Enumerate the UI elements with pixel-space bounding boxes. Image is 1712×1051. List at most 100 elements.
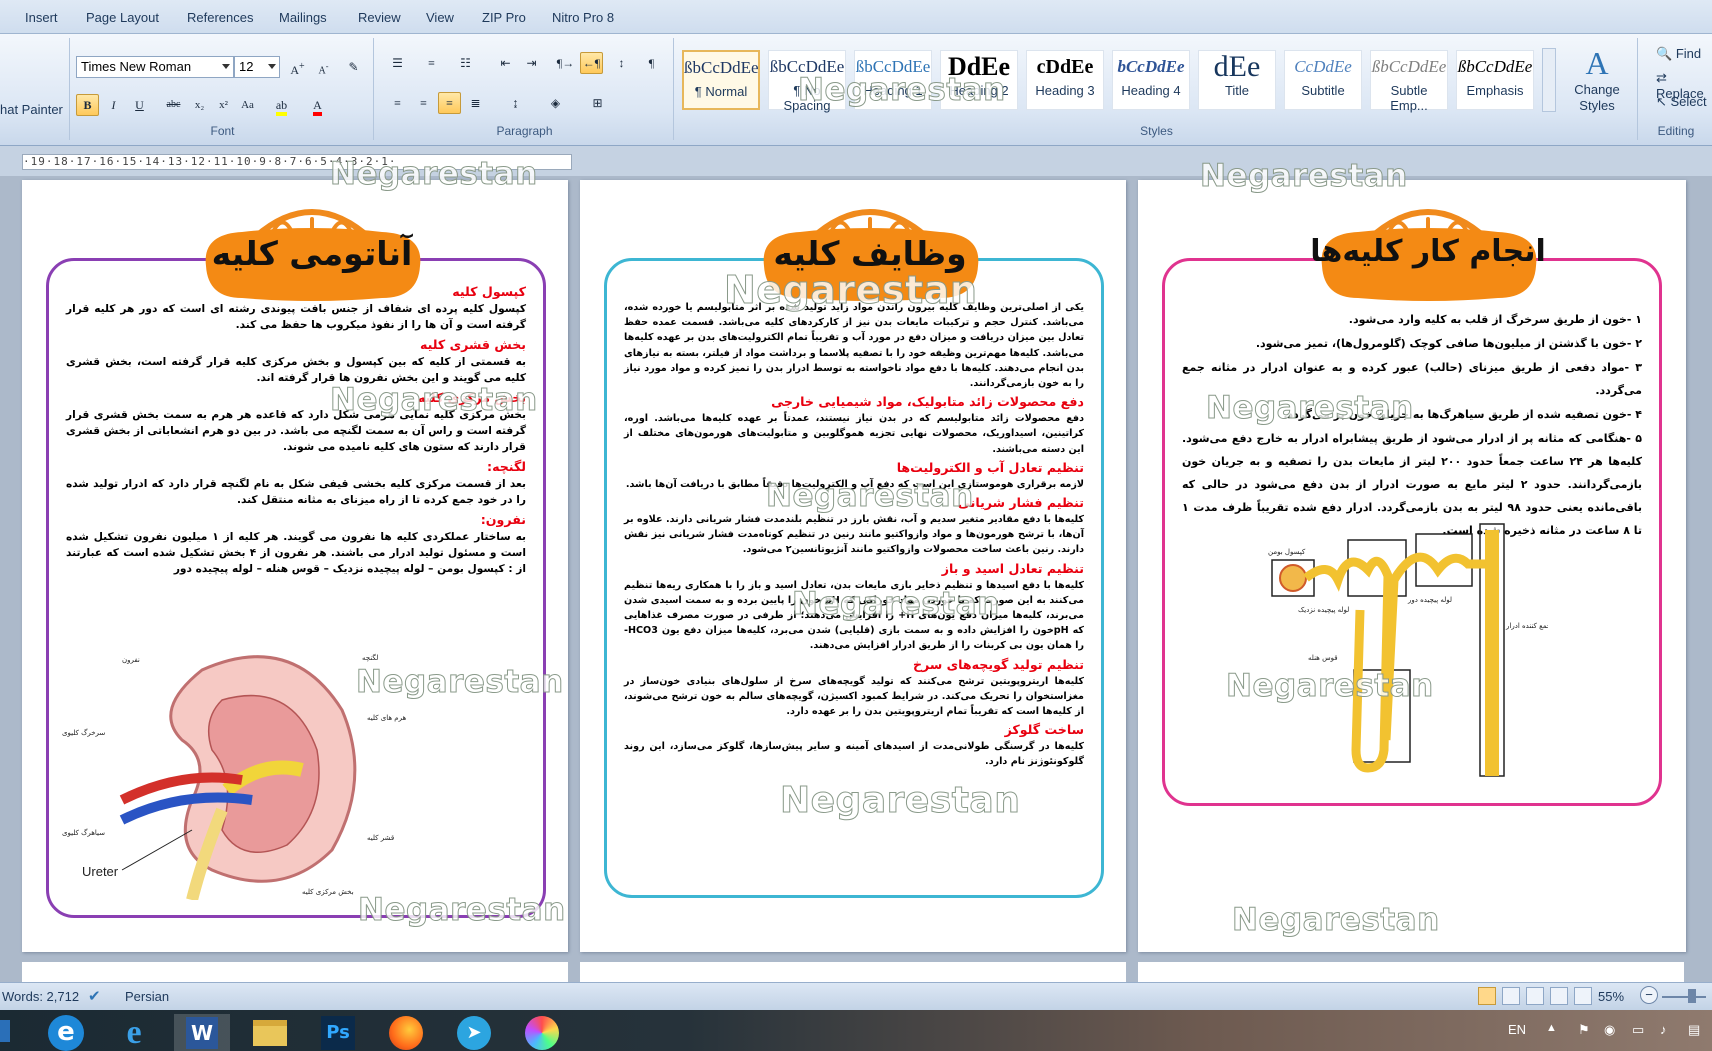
style-sample: ßbCcDdEe xyxy=(684,58,758,77)
screen-icon[interactable]: ▭ xyxy=(1632,1022,1644,1038)
language-indicator[interactable]: Persian xyxy=(125,989,169,1004)
show-marks-icon[interactable]: ¶ xyxy=(640,52,663,74)
web-layout-icon[interactable] xyxy=(1526,987,1544,1005)
style-name: Heading 1 xyxy=(863,83,923,98)
tab-review[interactable]: Review xyxy=(358,10,401,25)
style-heading-2[interactable]: DdEe Heading 2 xyxy=(940,50,1018,110)
find-button[interactable]: 🔍 Find xyxy=(1656,46,1701,62)
change-case-icon[interactable]: Aa xyxy=(236,94,259,116)
section-text: کلیه‌ها با دفع مقادیر متغیر سدیم و آب، ن… xyxy=(624,514,1084,556)
zoom-out-icon[interactable]: − xyxy=(1640,986,1658,1004)
style-sample: dEe xyxy=(1213,51,1261,83)
proofing-icon[interactable]: ✔ xyxy=(88,987,101,1005)
style-subtle-emphasis[interactable]: ßbCcDdEe Subtle Emp... xyxy=(1370,50,1448,113)
numbering-icon[interactable]: ≡ xyxy=(420,52,443,74)
line-spacing-icon[interactable]: ↨ xyxy=(504,92,527,114)
style-subtitle[interactable]: CcDdEe Subtitle xyxy=(1284,50,1362,110)
font-name-combo[interactable]: Times New Roman xyxy=(76,56,234,78)
outline-icon[interactable] xyxy=(1550,987,1568,1005)
style-emphasis[interactable]: ßbCcDdEe Emphasis xyxy=(1456,50,1534,110)
notification-icon[interactable]: ▤ xyxy=(1688,1022,1700,1038)
style-normal[interactable]: ßbCcDdEe ¶ Normal xyxy=(682,50,760,110)
show-hidden-icons-icon[interactable]: ▲ xyxy=(1546,1022,1557,1034)
highlight-icon[interactable]: ab xyxy=(270,94,293,116)
flag-icon[interactable]: ⚑ xyxy=(1578,1022,1590,1038)
figure-label: لوله پیچیده نزدیک xyxy=(1298,606,1349,614)
horizontal-ruler[interactable]: ·19·18·17·16·15·14·13·12·11·10·9·8·7·6·5… xyxy=(0,146,1712,176)
telegram-icon[interactable]: ➤ xyxy=(446,1014,502,1051)
ribbon-tab-bar: Insert Page Layout References Mailings R… xyxy=(0,0,1712,34)
format-painter-button[interactable]: hat Painter xyxy=(0,102,63,117)
style-heading-1[interactable]: ßbCcDdEe Heading 1 xyxy=(854,50,932,110)
figure-label: قشر کلیه xyxy=(367,834,394,842)
underline-icon[interactable]: U xyxy=(128,94,151,116)
page-anatomy[interactable]: آناتومی کلیه کپسول کلیه کپسول کلیه پرده ا… xyxy=(22,180,568,952)
ie-blue-e-icon[interactable]: e xyxy=(38,1014,94,1051)
decrease-indent-icon[interactable]: ⇤ xyxy=(494,52,517,74)
justify-icon[interactable]: ≣ xyxy=(464,92,487,114)
change-styles-button[interactable]: A Change Styles xyxy=(1562,44,1632,118)
style-sample: ßbCcDdEe xyxy=(769,57,845,76)
superscript-icon[interactable]: x² xyxy=(212,94,235,116)
photoshop-icon[interactable]: Ps xyxy=(310,1014,366,1051)
kidney-diagram-icon: Ureter نفرون سرخرگ کلیوی سیاهرگ کلیوی لگ… xyxy=(62,653,406,900)
increase-indent-icon[interactable]: ⇥ xyxy=(520,52,543,74)
bullets-icon[interactable]: ☰ xyxy=(386,52,409,74)
section-heading: تنظیم فشار شریانی xyxy=(957,495,1084,511)
strikethrough-icon[interactable]: abc xyxy=(162,94,185,116)
full-screen-reading-icon[interactable] xyxy=(1502,987,1520,1005)
bold-icon[interactable]: B xyxy=(76,94,99,116)
grow-font-icon[interactable]: A+ xyxy=(286,56,309,78)
tab-zip-pro[interactable]: ZIP Pro xyxy=(482,10,526,25)
network-icon[interactable]: ◉ xyxy=(1604,1022,1615,1038)
font-size-combo[interactable]: 12 xyxy=(234,56,280,78)
page-how-kidneys-work[interactable]: انجام کار کلیه‌ها ۱ -خون از طریق سرخرگ ا… xyxy=(1138,180,1686,952)
ltr-icon[interactable]: ¶→ xyxy=(554,52,577,74)
tab-nitro-pro[interactable]: Nitro Pro 8 xyxy=(552,10,614,25)
style-title[interactable]: dEe Title xyxy=(1198,50,1276,110)
tab-insert[interactable]: Insert xyxy=(25,10,58,25)
zoom-slider-thumb[interactable] xyxy=(1688,989,1696,1003)
page-functions[interactable]: وظایف کلیه یکی از اصلی‌ترین وظایف کلیه ب… xyxy=(580,180,1126,952)
file-explorer-icon[interactable] xyxy=(242,1014,298,1051)
start-icon[interactable] xyxy=(0,1020,10,1042)
align-center-icon[interactable]: ≡ xyxy=(412,92,435,114)
zoom-slider[interactable] xyxy=(1662,996,1706,998)
tab-mailings[interactable]: Mailings xyxy=(279,10,327,25)
word-icon[interactable]: W xyxy=(174,1014,230,1051)
style-no-spacing[interactable]: ßbCcDdEe ¶ No Spacing xyxy=(768,50,846,113)
sort-icon[interactable]: ↕ xyxy=(610,52,633,74)
step-text: ۴ -خون تصفیه شده از طریق سیاهرگ‌ها به جر… xyxy=(1283,408,1642,421)
multilevel-list-icon[interactable]: ☷ xyxy=(454,52,477,74)
borders-icon[interactable]: ⊞ xyxy=(586,92,609,114)
draft-icon[interactable] xyxy=(1574,987,1592,1005)
italic-icon[interactable]: I xyxy=(102,94,125,116)
rtl-icon[interactable]: ←¶ xyxy=(580,52,603,74)
tab-references[interactable]: References xyxy=(187,10,253,25)
tab-page-layout[interactable]: Page Layout xyxy=(86,10,159,25)
align-right-icon[interactable]: ≡ xyxy=(438,92,461,114)
select-button[interactable]: ↖ Select xyxy=(1656,94,1707,110)
style-heading-3[interactable]: cDdEe Heading 3 xyxy=(1026,50,1104,110)
zoom-level[interactable]: 55% xyxy=(1598,989,1624,1004)
internet-explorer-icon[interactable]: e xyxy=(106,1014,162,1051)
shrink-font-icon[interactable]: A- xyxy=(312,56,335,78)
paint-icon[interactable] xyxy=(514,1014,570,1051)
input-language[interactable]: EN xyxy=(1508,1022,1526,1037)
paragraph: بخش مرکزی کلیه بخش مرکزی کلیه نمایی هرمی … xyxy=(66,388,526,456)
styles-scroll[interactable] xyxy=(1542,48,1556,112)
subscript-icon[interactable]: x₂ xyxy=(188,94,211,116)
volume-icon[interactable]: ♪ xyxy=(1660,1022,1667,1037)
section-text: لازمه برقراری هوموستازی این است که دفع آ… xyxy=(625,478,1084,490)
font-color-icon[interactable]: A xyxy=(306,94,329,116)
tab-view[interactable]: View xyxy=(426,10,454,25)
word-count[interactable]: Words: 2,712 xyxy=(2,989,79,1004)
print-layout-icon[interactable] xyxy=(1478,987,1496,1005)
firefox-icon[interactable] xyxy=(378,1014,434,1051)
align-left-icon[interactable]: ≡ xyxy=(386,92,409,114)
font-group-label: Font xyxy=(210,124,235,138)
style-heading-4[interactable]: bCcDdEe Heading 4 xyxy=(1112,50,1190,110)
shading-icon[interactable]: ◈ xyxy=(544,92,567,114)
clear-format-icon[interactable]: ✎ xyxy=(342,56,365,78)
paragraph: تنظیم تعادل آب و الکترولیت‌ها لازمه برقرا… xyxy=(624,458,1084,492)
